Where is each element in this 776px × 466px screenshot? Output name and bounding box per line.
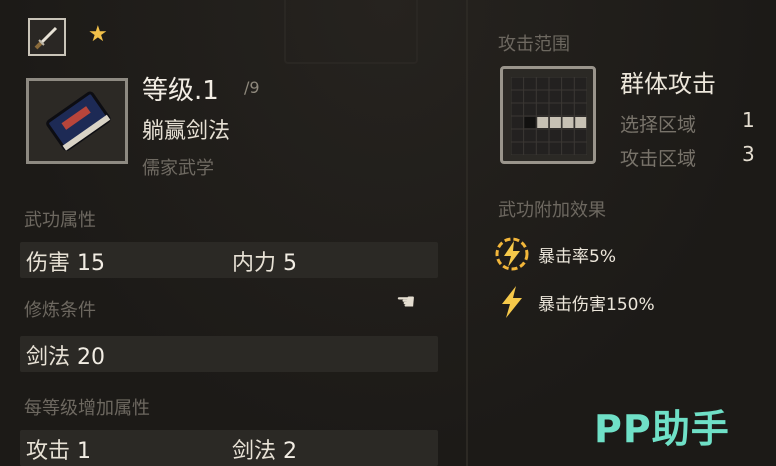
sword-icon[interactable] (28, 18, 66, 56)
panel-divider (466, 0, 468, 466)
inner-power-label: 内力 (232, 251, 277, 276)
attack-area-label: 攻击区域 (620, 148, 697, 170)
range-grid (511, 77, 587, 155)
range-section-title: 攻击范围 (498, 34, 570, 55)
inner-power-stat: 内力 5 (232, 245, 297, 277)
training-requirement: 剑法 20 (26, 339, 105, 371)
training-skill-value: 20 (77, 345, 106, 370)
attack-value: 1 (77, 439, 92, 464)
select-area-value: 1 (742, 108, 755, 132)
attack-label: 攻击 (26, 439, 71, 464)
inner-power-value: 5 (283, 251, 298, 276)
watermark-text: PP助手 (594, 407, 730, 451)
sword-value: 2 (283, 439, 298, 464)
attack-per-level: 攻击 1 (26, 433, 91, 465)
book-icon (26, 78, 128, 164)
training-section-title: 修炼条件 (24, 300, 96, 321)
damage-value: 15 (77, 251, 106, 276)
training-skill-label: 剑法 (26, 345, 71, 370)
damage-stat: 伤害 15 (26, 245, 105, 277)
sword-label: 剑法 (232, 439, 277, 464)
pointing-hand-icon[interactable]: ☚ (396, 290, 416, 315)
crit-rate-label: 暴击率5% (538, 247, 616, 267)
damage-label: 伤害 (26, 251, 71, 276)
per-level-section-title: 每等级增加属性 (24, 398, 150, 419)
range-type: 群体攻击 (620, 70, 716, 98)
school-name: 儒家武学 (142, 158, 214, 179)
level-label: 等级.1 (142, 76, 219, 106)
range-grid-box (500, 66, 596, 164)
attack-area-value: 3 (742, 142, 755, 166)
top-frame-decoration (284, 0, 418, 64)
stats-section-title: 武功属性 (24, 210, 96, 231)
effects-section-title: 武功附加效果 (498, 200, 606, 221)
skill-name: 躺赢剑法 (142, 119, 231, 144)
crit-damage-label: 暴击伤害150% (538, 295, 655, 315)
level-max: /9 (244, 78, 260, 97)
lightning-icon (502, 286, 522, 318)
favorite-star-icon[interactable]: ★ (88, 22, 108, 47)
lightning-ring-icon (495, 237, 529, 271)
sword-per-level: 剑法 2 (232, 433, 297, 465)
select-area-label: 选择区域 (620, 114, 697, 136)
